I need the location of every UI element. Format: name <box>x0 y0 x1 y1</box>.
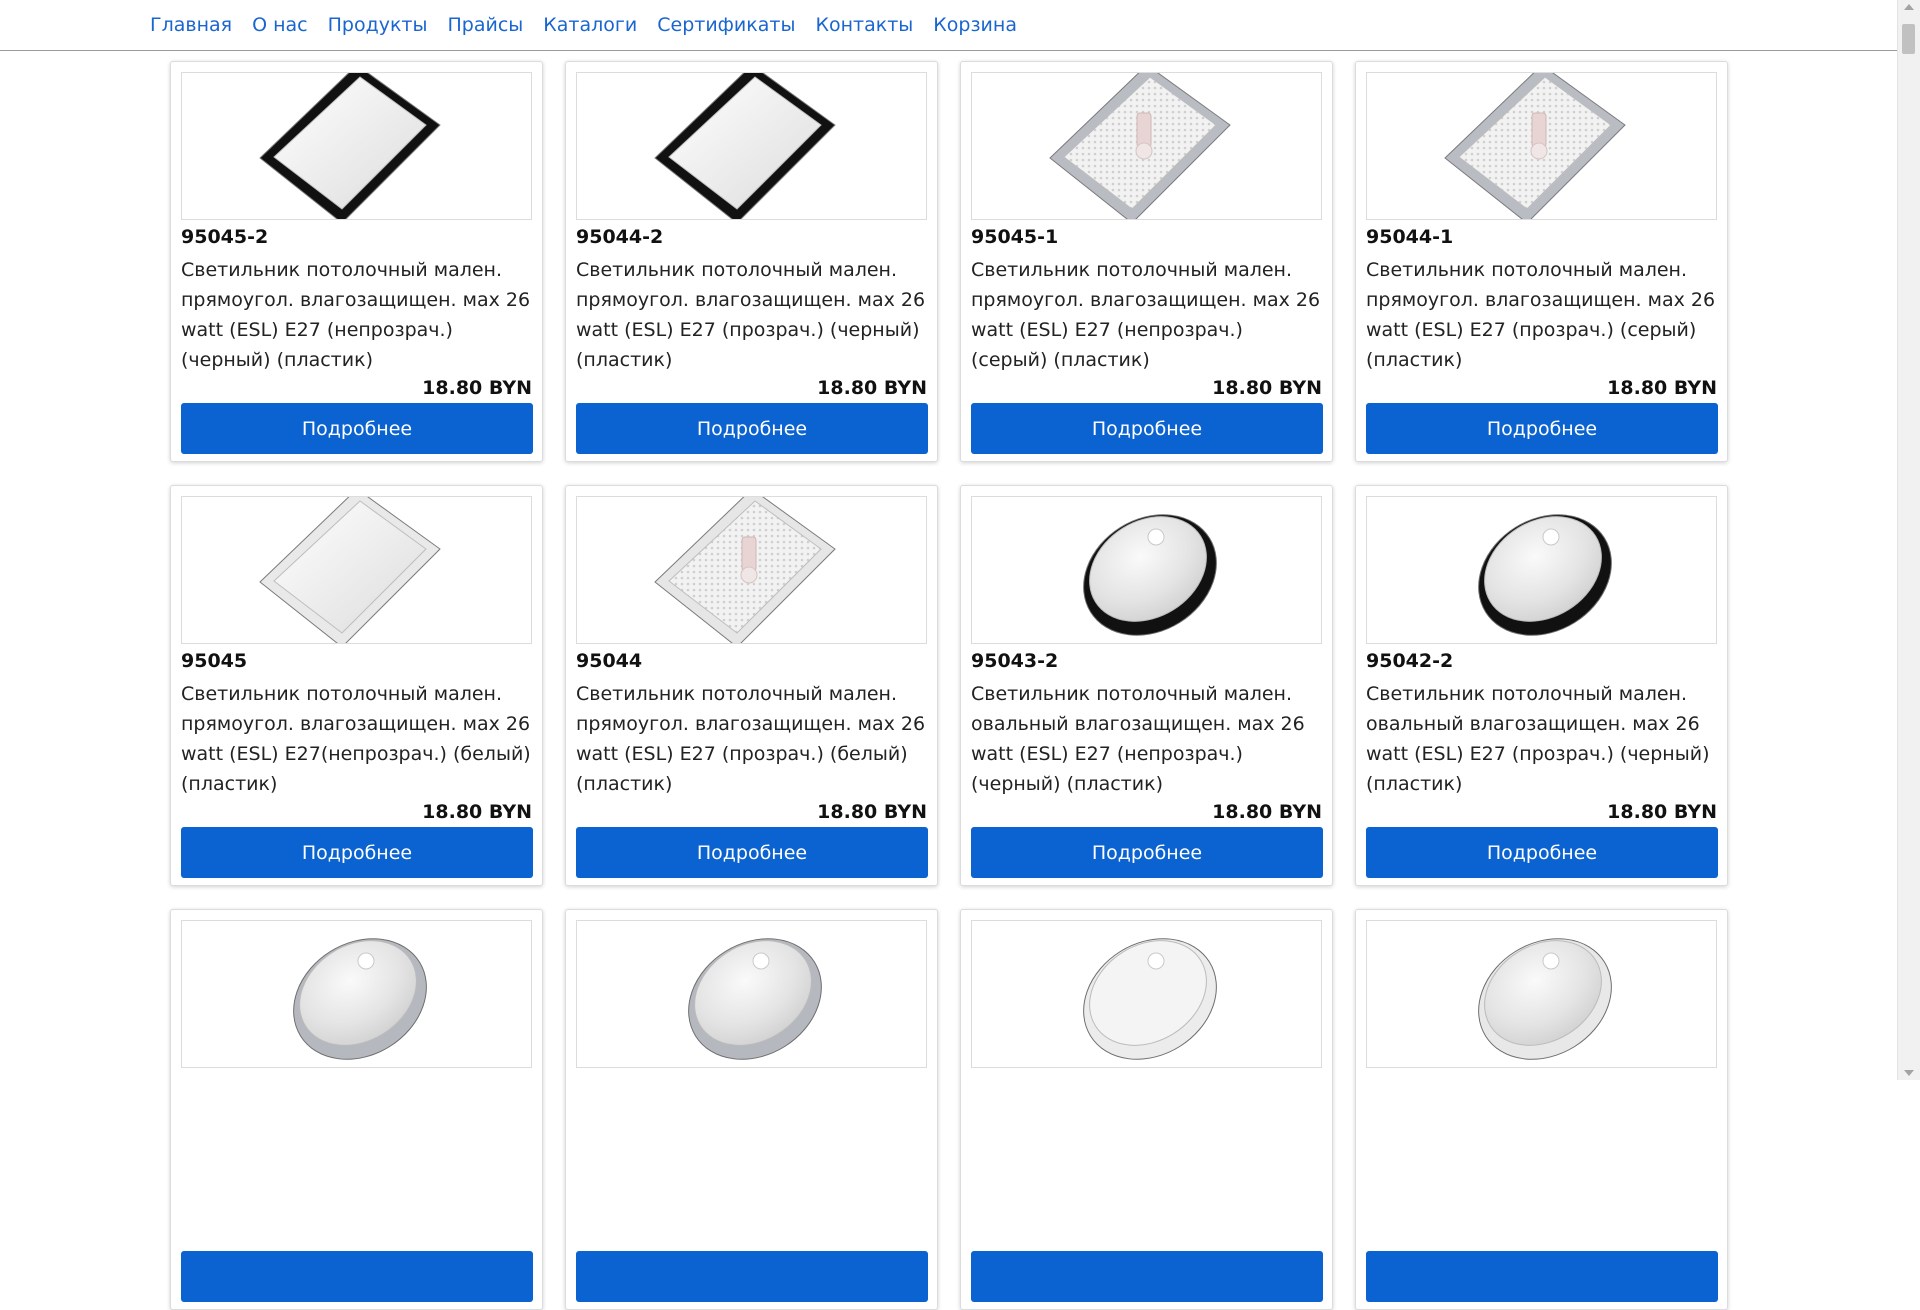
details-button[interactable] <box>1366 1251 1718 1302</box>
product-image[interactable] <box>971 496 1322 644</box>
product-image[interactable] <box>181 496 532 644</box>
lamp-socket-icon <box>1542 952 1560 970</box>
product-description: Светильник потолочный мален. прямоугол. … <box>971 259 1321 371</box>
details-button[interactable]: Подробнее <box>971 403 1323 454</box>
ceiling-lamp-rect-icon <box>654 73 836 219</box>
product-price: 18.80 BYN <box>1607 377 1717 399</box>
ceiling-lamp-oval-icon <box>1478 514 1612 636</box>
details-button[interactable]: Подробнее <box>576 403 928 454</box>
product-code: 95044-1 <box>1366 226 1454 248</box>
product-price: 18.80 BYN <box>1212 801 1322 823</box>
top-navigation: Главная О нас Продукты Прайсы Каталоги С… <box>0 0 1898 51</box>
nav-link-certificates[interactable]: Сертификаты <box>657 14 795 36</box>
product-description: Светильник потолочный мален. прямоугол. … <box>181 259 531 371</box>
details-button[interactable]: Подробнее <box>1366 403 1718 454</box>
product-card[interactable]: 95044-2 Светильник потолочный мален. прям… <box>565 61 938 462</box>
details-button[interactable] <box>181 1251 533 1302</box>
product-image[interactable] <box>576 496 927 644</box>
product-card[interactable]: 95045-1 Светильник потолочный мален. прям… <box>960 61 1333 462</box>
ceiling-lamp-oval-icon <box>688 938 822 1060</box>
product-price: 18.80 BYN <box>422 801 532 823</box>
product-card[interactable] <box>565 909 938 1310</box>
product-image[interactable] <box>181 72 532 220</box>
scroll-thumb[interactable] <box>1902 24 1915 54</box>
scroll-up-icon[interactable] <box>1904 4 1914 10</box>
lamp-socket-icon <box>1147 952 1165 970</box>
nav-link-contacts[interactable]: Контакты <box>815 14 913 36</box>
details-button[interactable] <box>971 1251 1323 1302</box>
ceiling-lamp-rect-icon <box>654 497 836 643</box>
lamp-bulb-icon <box>1530 112 1548 160</box>
product-price: 18.80 BYN <box>817 801 927 823</box>
product-image[interactable] <box>576 920 927 1068</box>
product-image[interactable] <box>1366 496 1717 644</box>
product-price: 18.80 BYN <box>422 377 532 399</box>
product-image[interactable] <box>1366 920 1717 1068</box>
product-price: 18.80 BYN <box>1212 377 1322 399</box>
nav-menu: Главная О нас Продукты Прайсы Каталоги С… <box>0 0 1898 50</box>
product-card[interactable] <box>1355 909 1728 1310</box>
lamp-bulb-icon <box>740 536 758 584</box>
product-price: 18.80 BYN <box>1607 801 1717 823</box>
product-description: Светильник потолочный мален. овальный вл… <box>1366 683 1710 795</box>
product-code: 95045 <box>181 650 248 672</box>
nav-link-products[interactable]: Продукты <box>328 14 428 36</box>
ceiling-lamp-oval-icon <box>1478 938 1612 1060</box>
details-button[interactable]: Подробнее <box>181 403 533 454</box>
details-button[interactable]: Подробнее <box>971 827 1323 878</box>
ceiling-lamp-rect-icon <box>1444 73 1626 219</box>
product-code: 95042-2 <box>1366 650 1454 672</box>
product-description: Светильник потолочный мален. прямоугол. … <box>576 259 926 371</box>
product-card[interactable]: 95044 Светильник потолочный мален. прямоу… <box>565 485 938 886</box>
ceiling-lamp-oval-icon <box>1083 938 1217 1060</box>
nav-link-home[interactable]: Главная <box>150 14 232 36</box>
details-button[interactable] <box>576 1251 928 1302</box>
product-image[interactable] <box>971 72 1322 220</box>
lamp-socket-icon <box>1542 528 1560 546</box>
lamp-bulb-icon <box>1135 112 1153 160</box>
product-card[interactable] <box>960 909 1333 1310</box>
product-description: Светильник потолочный мален. прямоугол. … <box>1366 259 1716 371</box>
ceiling-lamp-rect-icon <box>259 497 441 643</box>
ceiling-lamp-rect-icon <box>1049 73 1231 219</box>
lamp-socket-icon <box>1147 528 1165 546</box>
lamp-socket-icon <box>752 952 770 970</box>
lamp-socket-icon <box>357 952 375 970</box>
ceiling-lamp-oval-icon <box>1083 514 1217 636</box>
scroll-down-icon[interactable] <box>1904 1070 1914 1076</box>
product-price: 18.80 BYN <box>817 377 927 399</box>
product-image[interactable] <box>181 920 532 1068</box>
ceiling-lamp-rect-icon <box>259 73 441 219</box>
details-button[interactable]: Подробнее <box>576 827 928 878</box>
product-code: 95044 <box>576 650 643 672</box>
details-button[interactable]: Подробнее <box>1366 827 1718 878</box>
product-image[interactable] <box>1366 72 1717 220</box>
product-card[interactable]: 95045 Светильник потолочный мален. прямоу… <box>170 485 543 886</box>
product-code: 95045-1 <box>971 226 1059 248</box>
product-card[interactable]: 95042-2 Светильник потолочный мален. овал… <box>1355 485 1728 886</box>
page-scrollbar[interactable] <box>1897 0 1920 1080</box>
product-image[interactable] <box>971 920 1322 1068</box>
ceiling-lamp-oval-icon <box>293 938 427 1060</box>
product-code: 95044-2 <box>576 226 664 248</box>
product-card[interactable]: 95043-2 Светильник потолочный мален. овал… <box>960 485 1333 886</box>
product-description: Светильник потолочный мален. прямоугол. … <box>181 683 531 795</box>
nav-link-prices[interactable]: Прайсы <box>448 14 524 36</box>
product-card[interactable] <box>170 909 543 1310</box>
product-code: 95045-2 <box>181 226 269 248</box>
product-code: 95043-2 <box>971 650 1059 672</box>
nav-link-about[interactable]: О нас <box>252 14 308 36</box>
details-button[interactable]: Подробнее <box>181 827 533 878</box>
nav-link-cart[interactable]: Корзина <box>933 14 1017 36</box>
nav-link-catalogs[interactable]: Каталоги <box>543 14 637 36</box>
product-description: Светильник потолочный мален. прямоугол. … <box>576 683 926 795</box>
product-image[interactable] <box>576 72 927 220</box>
product-description: Светильник потолочный мален. овальный вл… <box>971 683 1305 795</box>
product-card[interactable]: 95045-2 Светильник потолочный мален. прям… <box>170 61 543 462</box>
product-card[interactable]: 95044-1 Светильник потолочный мален. прям… <box>1355 61 1728 462</box>
